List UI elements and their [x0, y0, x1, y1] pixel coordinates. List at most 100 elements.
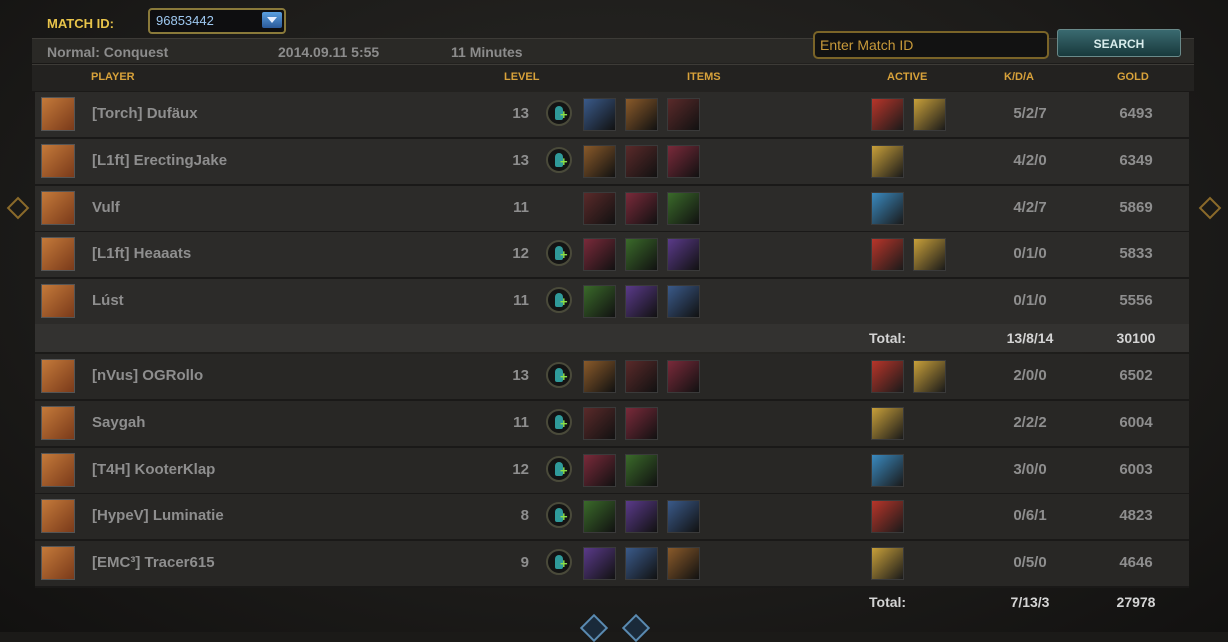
add-friend-button[interactable] — [546, 362, 572, 388]
god-portrait — [41, 499, 75, 534]
table-row[interactable]: [Torch] Dufäux 13 5/2/7 6493 — [35, 92, 1189, 139]
player-kda: 3/0/0 — [1013, 460, 1047, 478]
active-icon[interactable] — [871, 360, 904, 393]
add-friend-button[interactable] — [546, 455, 572, 482]
player-level: 13 — [512, 367, 529, 384]
player-name[interactable]: [HypeV] Luminatie — [92, 507, 224, 524]
player-gold: 5833 — [1119, 245, 1153, 263]
god-portrait — [41, 284, 75, 319]
player-gold: 6349 — [1119, 151, 1153, 169]
chevron-down-icon[interactable] — [262, 12, 282, 28]
item-icon[interactable] — [625, 191, 658, 225]
item-icon[interactable] — [583, 500, 616, 534]
item-icon[interactable] — [667, 98, 700, 131]
active-icon[interactable] — [871, 238, 904, 272]
player-name[interactable]: Lúst — [92, 292, 124, 309]
player-kda: 2/2/2 — [1013, 413, 1047, 431]
left-frame-ornament — [4, 150, 18, 270]
item-icon[interactable] — [583, 547, 616, 581]
active-icon[interactable] — [913, 98, 946, 131]
item-icon[interactable] — [583, 238, 616, 272]
god-portrait — [41, 359, 75, 393]
table-row[interactable]: Saygah 11 2/2/2 6004 — [35, 400, 1189, 448]
item-icon[interactable] — [625, 285, 658, 319]
table-row[interactable]: [nVus] OGRollo 13 2/0/0 6502 — [35, 354, 1189, 401]
match-id-dropdown[interactable]: 96853442 — [148, 8, 286, 34]
match-id-label: MATCH ID: — [47, 16, 114, 31]
player-name[interactable]: [L1ft] Heaaats — [92, 245, 191, 262]
table-row[interactable]: [EMC³] Tracer615 9 0/5/0 4646 — [35, 541, 1189, 589]
item-icon[interactable] — [667, 285, 700, 319]
player-name[interactable]: [T4H] KooterKlap — [92, 461, 215, 478]
item-icon[interactable] — [625, 238, 658, 272]
add-friend-button[interactable] — [546, 408, 572, 435]
player-name[interactable]: [nVus] OGRollo — [92, 367, 203, 384]
table-row[interactable]: [L1ft] Heaaats 12 0/1/0 5833 — [35, 232, 1189, 280]
player-gold: 6004 — [1119, 413, 1153, 431]
col-level: LEVEL — [504, 71, 540, 83]
col-player: PLAYER — [91, 71, 135, 83]
god-portrait — [41, 546, 75, 581]
item-icon[interactable] — [583, 98, 616, 131]
table-row[interactable]: [L1ft] ErectingJake 13 4/2/0 6349 — [35, 138, 1189, 186]
add-friend-button[interactable] — [546, 549, 572, 576]
item-icon[interactable] — [667, 547, 700, 581]
table-row[interactable]: Vulf 11 4/2/7 5869 — [35, 185, 1189, 233]
item-icon[interactable] — [625, 406, 658, 440]
item-icon[interactable] — [583, 453, 616, 487]
item-icon[interactable] — [583, 406, 616, 440]
player-gold: 4823 — [1119, 507, 1153, 525]
item-icon[interactable] — [583, 191, 616, 225]
add-friend-button[interactable] — [546, 287, 572, 314]
col-items: ITEMS — [687, 71, 721, 83]
item-icon[interactable] — [625, 98, 658, 131]
item-icon[interactable] — [667, 144, 700, 178]
active-icon[interactable] — [871, 98, 904, 131]
table-row[interactable]: [T4H] KooterKlap 12 3/0/0 6003 — [35, 447, 1189, 495]
table-row[interactable]: [HypeV] Luminatie 8 0/6/1 4823 — [35, 494, 1189, 542]
search-button[interactable]: SEARCH — [1057, 29, 1181, 57]
active-icon[interactable] — [871, 500, 904, 534]
player-kda: 0/6/1 — [1013, 507, 1047, 525]
item-icon[interactable] — [667, 500, 700, 534]
team-total-row: Total: 7/13/3 27978 — [35, 588, 1189, 616]
table-row[interactable]: Lúst 11 0/1/0 5556 — [35, 279, 1189, 327]
active-icon[interactable] — [871, 453, 904, 487]
god-portrait — [41, 452, 75, 487]
player-level: 12 — [512, 460, 529, 478]
active-icon[interactable] — [913, 360, 946, 393]
player-gold: 6003 — [1119, 460, 1153, 478]
item-icon[interactable] — [583, 285, 616, 319]
player-kda: 0/1/0 — [1013, 245, 1047, 263]
total-kda: 13/8/14 — [1006, 330, 1054, 346]
active-icon[interactable] — [913, 238, 946, 272]
match-id-value: 96853442 — [156, 13, 214, 28]
item-icon[interactable] — [625, 500, 658, 534]
player-gold: 6493 — [1119, 105, 1153, 122]
item-icon[interactable] — [667, 238, 700, 272]
player-name[interactable]: [EMC³] Tracer615 — [92, 554, 215, 571]
item-icon[interactable] — [667, 191, 700, 225]
item-icon[interactable] — [625, 547, 658, 581]
match-date: 2014.09.11 5:55 — [278, 44, 380, 60]
player-name[interactable]: [Torch] Dufäux — [92, 105, 198, 122]
add-friend-button[interactable] — [546, 146, 572, 173]
player-name[interactable]: Saygah — [92, 414, 145, 431]
item-icon[interactable] — [667, 360, 700, 393]
add-friend-button[interactable] — [546, 240, 572, 267]
add-friend-button[interactable] — [546, 502, 572, 529]
match-id-search-input[interactable]: Enter Match ID — [813, 31, 1049, 59]
item-icon[interactable] — [625, 360, 658, 393]
player-name[interactable]: Vulf — [92, 199, 120, 216]
item-icon[interactable] — [625, 453, 658, 487]
active-icon[interactable] — [871, 144, 904, 178]
player-name[interactable]: [L1ft] ErectingJake — [92, 152, 227, 169]
player-kda: 5/2/7 — [1013, 105, 1047, 122]
add-friend-button[interactable] — [546, 100, 572, 126]
active-icon[interactable] — [871, 191, 904, 225]
item-icon[interactable] — [583, 360, 616, 393]
item-icon[interactable] — [625, 144, 658, 178]
active-icon[interactable] — [871, 547, 904, 581]
item-icon[interactable] — [583, 144, 616, 178]
active-icon[interactable] — [871, 406, 904, 440]
